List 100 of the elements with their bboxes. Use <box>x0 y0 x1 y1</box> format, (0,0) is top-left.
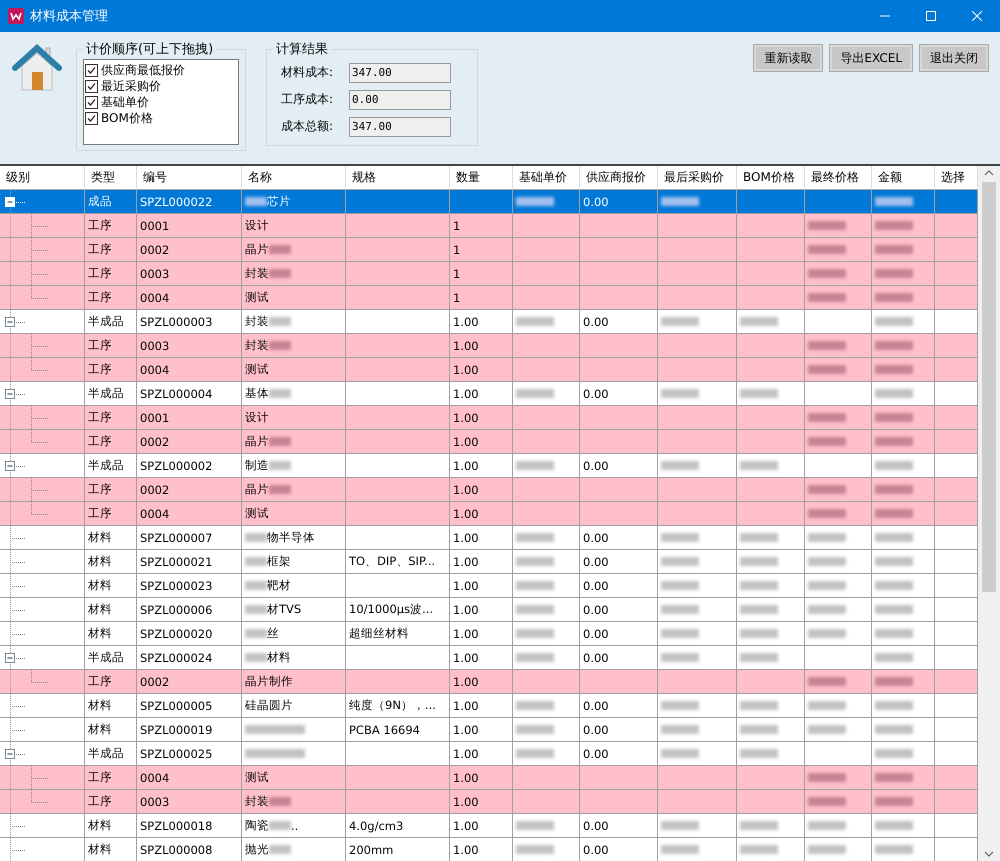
table-cell-text: 0001 <box>140 218 170 232</box>
result-field[interactable]: 347.00 <box>349 116 451 136</box>
action-button[interactable]: 导出EXCEL <box>830 45 912 71</box>
table-row[interactable]: 工序 0001 设计 1.00 <box>0 406 978 430</box>
result-field[interactable]: 347.00 <box>349 62 451 82</box>
vertical-scrollbar[interactable] <box>978 166 1000 861</box>
table-row[interactable]: 工序 0002 晶片 1.00 <box>0 478 978 502</box>
scrollbar-thumb[interactable] <box>982 182 996 592</box>
table-cell-text: SPZL000006 <box>140 602 212 616</box>
checkbox[interactable] <box>85 64 98 76</box>
table-cell-text: 设计 <box>245 410 269 425</box>
table-cell-text: 0.00 <box>583 746 609 760</box>
table-row[interactable]: 材料 SPZL000021 框架 TO、DIP、SIP... 1.00 0.00 <box>0 550 978 574</box>
table-cell-text: 0003 <box>140 794 170 808</box>
table-row[interactable]: 工序 0004 测试 1.00 <box>0 766 978 790</box>
table-row[interactable]: 工序 0003 封装 1.00 <box>0 334 978 358</box>
table-cell-text: 1.00 <box>453 506 479 520</box>
pricing-order-list[interactable]: 供应商最低报价 最近采购价 基础单价 BOM价格 <box>83 59 239 145</box>
table-row[interactable]: 半成品 SPZL000002 制造 1.00 0.00 <box>0 454 978 478</box>
table-row[interactable]: 材料 SPZL000020 丝 超细丝材料 1.00 0.00 <box>0 622 978 646</box>
table-cell-text: 1 <box>453 290 460 304</box>
tree-expander-icon[interactable] <box>5 190 27 213</box>
checkbox[interactable] <box>85 112 98 124</box>
table-cell-text: 工序 <box>88 218 112 233</box>
table-row[interactable]: 材料 SPZL000005 硅晶圆片 纯度（9N），... 1.00 0.00 <box>0 694 978 718</box>
table-cell-text: 1.00 <box>453 722 479 736</box>
table-cell-text: 晶片 <box>245 482 269 497</box>
minimize-icon[interactable] <box>880 15 890 17</box>
table-row[interactable]: 工序 0001 设计 1 <box>0 214 978 238</box>
table-cell-text: 1.00 <box>453 554 479 568</box>
table-cell-text: 1.00 <box>453 338 479 352</box>
table-cell-text: 工序 <box>88 794 112 809</box>
table-cell-text: 封装 <box>245 266 269 281</box>
table-cell-text: 工序 <box>88 506 112 521</box>
checkbox[interactable] <box>85 96 98 108</box>
table-row[interactable]: 材料 SPZL000018 陶瓷 .. 4.0g/cm3 1.00 0.00 <box>0 814 978 838</box>
table-cell-text: 材料 <box>88 554 112 569</box>
table-cell-text: TO、DIP、SIP... <box>349 554 436 569</box>
table-cell-text: 材料 <box>88 842 112 857</box>
table-cell-text: 工序 <box>88 410 112 425</box>
table-cell-text: 材料 <box>88 626 112 641</box>
table-cell-text: 材料 <box>88 602 112 617</box>
table-row[interactable]: 工序 0002 晶片制作 1.00 <box>0 670 978 694</box>
table-row[interactable]: 工序 0004 测试 1 <box>0 286 978 310</box>
table-row[interactable]: 半成品 SPZL000004 基体 1.00 0.00 <box>0 382 978 406</box>
table-cell-text: 4.0g/cm3 <box>349 818 404 832</box>
table-cell-text: 1.00 <box>453 314 479 328</box>
table-cell-text: 半成品 <box>88 458 124 473</box>
table-cell-text: 成品 <box>88 194 112 209</box>
field-label: 材料成本: <box>281 64 334 81</box>
table-cell-text: 0.00 <box>583 602 609 616</box>
table-cell-text: 1.00 <box>453 698 479 712</box>
pricing-order-item[interactable]: 最近采购价 <box>85 78 237 94</box>
action-button[interactable]: 退出关闭 <box>920 45 988 71</box>
maximize-icon[interactable] <box>926 11 936 21</box>
result-field[interactable]: 0.00 <box>349 90 451 110</box>
table-cell-text: 1 <box>453 242 460 256</box>
tree-expander-icon[interactable] <box>5 646 27 669</box>
pricing-order-item[interactable]: 基础单价 <box>85 94 237 110</box>
table-cell-text: 硅晶圆片 <box>245 698 293 713</box>
table-row[interactable]: 半成品 SPZL000003 封装 1.00 0.00 <box>0 310 978 334</box>
tree-branch-drawing <box>10 406 48 429</box>
table-row[interactable]: 材料 SPZL000006 材TVS 10/1000μs波... 1.00 0.00 <box>0 598 978 622</box>
table-cell-text: 0.00 <box>583 818 609 832</box>
close-icon[interactable] <box>972 11 982 21</box>
action-button[interactable]: 重新读取 <box>754 45 822 71</box>
app-logo-icon <box>8 8 24 24</box>
table-cell-text: SPZL000021 <box>140 554 212 568</box>
tree-expander-icon[interactable] <box>5 742 27 765</box>
tree-expander-icon[interactable] <box>5 382 27 405</box>
table-row[interactable]: 工序 0003 封装 1.00 <box>0 790 978 814</box>
table-row[interactable]: 工序 0002 晶片 1 <box>0 238 978 262</box>
table-cell-text: 200mm <box>349 842 394 856</box>
pricing-order-item[interactable]: BOM价格 <box>85 110 237 126</box>
table-row[interactable]: 材料 SPZL000019 PCBA 16694 1.00 0.00 <box>0 718 978 742</box>
table-row[interactable]: 工序 0003 封装 1 <box>0 262 978 286</box>
table-row[interactable]: 工序 0004 测试 1.00 <box>0 358 978 382</box>
table-cell-text: 0002 <box>140 242 170 256</box>
pricing-order-item[interactable]: 供应商最低报价 <box>85 62 237 78</box>
table-cell-text: 制造 <box>245 458 269 473</box>
table-cell-text: SPZL000020 <box>140 626 212 640</box>
table-cell-text: 封装 <box>245 338 269 353</box>
tree-expander-icon[interactable] <box>5 310 27 333</box>
table-row[interactable]: 材料 SPZL000023 靶材 1.00 0.00 <box>0 574 978 598</box>
table-row[interactable]: 半成品 SPZL000024 材料 1.00 0.00 <box>0 646 978 670</box>
table-cell-text: 1.00 <box>453 578 479 592</box>
table-cell-text: 1.00 <box>453 530 479 544</box>
table-cell-text: SPZL000005 <box>140 698 212 712</box>
table-row[interactable]: 材料 SPZL000007 物半导体 1.00 0.00 <box>0 526 978 550</box>
table-cell-text: 工序 <box>88 674 112 689</box>
tree-branch-drawing <box>10 286 48 309</box>
table-cell-text: 1.00 <box>453 626 479 640</box>
table-cell-text: 0004 <box>140 290 170 304</box>
table-row[interactable]: 工序 0004 测试 1.00 <box>0 502 978 526</box>
table-row[interactable]: 成品 SPZL000022 芯片 0.00 <box>0 190 978 214</box>
table-cell-text: 1 <box>453 266 460 280</box>
checkbox[interactable] <box>85 80 98 92</box>
table-row[interactable]: 半成品 SPZL000025 1.00 0.00 <box>0 742 978 766</box>
table-row[interactable]: 工序 0002 晶片 1.00 <box>0 430 978 454</box>
tree-expander-icon[interactable] <box>5 454 27 477</box>
